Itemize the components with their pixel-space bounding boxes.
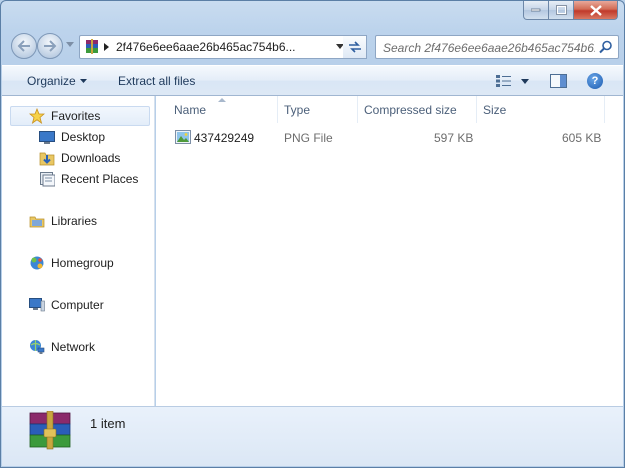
nav-item-network[interactable]: Network (28, 338, 95, 356)
winrar-archive-icon (29, 411, 71, 450)
navigation-pane: Favorites Desktop Downloads Recent Place… (2, 96, 155, 406)
view-options-dropdown[interactable] (521, 79, 529, 84)
close-button[interactable] (574, 1, 618, 20)
extract-all-files-button[interactable]: Extract all files (118, 74, 195, 88)
nav-label: Downloads (61, 151, 121, 165)
help-icon: ? (591, 75, 599, 87)
maximize-button[interactable] (549, 1, 574, 20)
nav-item-homegroup[interactable]: Homegroup (28, 254, 114, 272)
minimize-button[interactable] (523, 1, 549, 20)
back-button[interactable] (11, 33, 37, 59)
change-view-button[interactable] (496, 74, 512, 88)
search-placeholder: Search 2f476e6ee6aae26b465ac754b6... (383, 41, 595, 55)
file-name[interactable]: 437429249 (194, 131, 254, 145)
nav-item-desktop[interactable]: Desktop (38, 128, 105, 146)
column-header-compressed-size[interactable]: Compressed size (364, 103, 457, 117)
close-icon (589, 4, 602, 16)
minimize-icon (531, 8, 541, 12)
nav-item-recent-places[interactable]: Recent Places (38, 170, 138, 188)
file-list: Name Type Compressed size Size 437429249… (156, 96, 623, 406)
column-divider[interactable] (476, 96, 477, 123)
recent-pages-dropdown[interactable] (66, 42, 74, 47)
downloads-folder-icon (38, 150, 56, 166)
caption-buttons (523, 1, 618, 21)
item-count: 1 item (90, 416, 126, 431)
organize-menu[interactable]: Organize (27, 74, 76, 88)
nav-label: Libraries (51, 214, 98, 228)
network-icon (28, 339, 46, 355)
address-row: 2f476e6ee6aae26b465ac754b6... Search 2f4… (9, 33, 619, 61)
file-type: PNG File (284, 131, 333, 145)
nav-item-computer[interactable]: Computer (28, 296, 104, 314)
column-header-name[interactable]: Name (174, 103, 206, 117)
sort-ascending-icon (218, 98, 226, 102)
column-divider[interactable] (357, 96, 358, 123)
table-row[interactable]: 437429249 PNG File 597 KB 605 KB (156, 128, 623, 148)
forward-button[interactable] (37, 33, 63, 59)
homegroup-icon (28, 255, 46, 271)
help-button[interactable]: ? (587, 73, 603, 89)
column-divider[interactable] (277, 96, 278, 123)
nav-label: Computer (51, 298, 104, 312)
command-bar: Organize Extract all files ? (2, 65, 623, 96)
png-file-icon (175, 130, 191, 144)
preview-pane-button[interactable] (550, 74, 568, 89)
recent-places-icon (38, 171, 56, 187)
nav-label: Favorites (51, 109, 101, 123)
arrow-left-icon (17, 40, 30, 52)
file-size: 605 KB (562, 131, 602, 145)
search-icon[interactable] (599, 40, 613, 54)
address-bar[interactable]: 2f476e6ee6aae26b465ac754b6... (79, 35, 351, 59)
details-pane: 1 item (2, 406, 623, 466)
refresh-button[interactable] (343, 35, 367, 59)
maximize-icon (555, 5, 567, 15)
star-icon (28, 108, 46, 124)
computer-icon (28, 297, 46, 313)
desktop-icon (38, 129, 56, 145)
column-header-size[interactable]: Size (483, 103, 506, 117)
breadcrumb-separator-icon (104, 43, 109, 51)
column-divider[interactable] (604, 96, 605, 123)
winrar-archive-icon (86, 39, 98, 54)
column-header-type[interactable]: Type (284, 103, 310, 117)
nav-label: Recent Places (61, 172, 139, 186)
nav-item-downloads[interactable]: Downloads (38, 149, 120, 167)
nav-item-favorites[interactable]: Favorites (28, 107, 100, 125)
address-path[interactable]: 2f476e6ee6aae26b465ac754b6... (116, 40, 296, 54)
refresh-icon (348, 41, 361, 53)
file-compressed-size: 597 KB (434, 131, 474, 145)
nav-label: Homegroup (51, 256, 114, 270)
nav-label: Desktop (61, 130, 106, 144)
chevron-down-icon (80, 79, 87, 83)
libraries-icon (28, 213, 46, 229)
nav-item-libraries[interactable]: Libraries (28, 212, 97, 230)
nav-label: Network (51, 340, 96, 354)
search-input[interactable]: Search 2f476e6ee6aae26b465ac754b6... (375, 35, 619, 59)
arrow-right-icon (44, 40, 57, 52)
explorer-window: 2f476e6ee6aae26b465ac754b6... Search 2f4… (0, 0, 625, 468)
